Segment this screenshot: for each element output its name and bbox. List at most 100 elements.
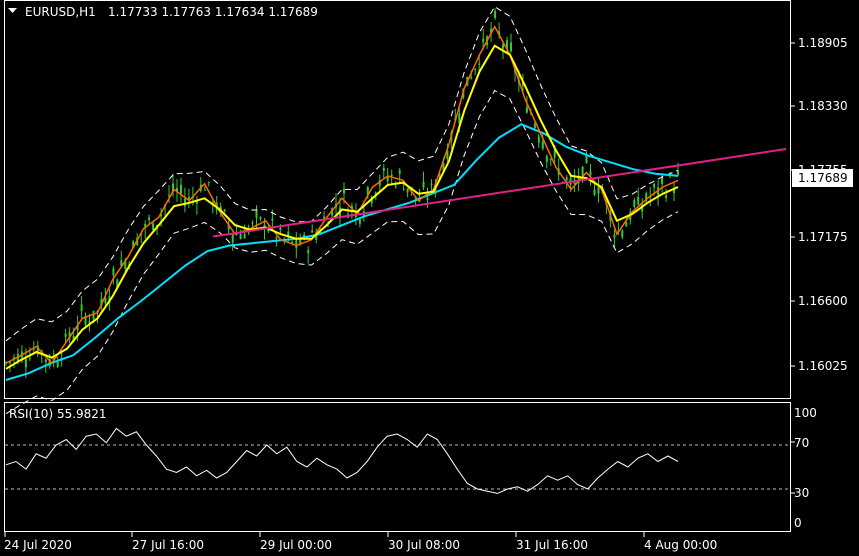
candle-body <box>243 234 246 239</box>
candle-body <box>510 42 512 52</box>
candle-body <box>307 250 310 253</box>
candle-body <box>56 361 59 367</box>
candle-body <box>152 223 155 230</box>
candle-body <box>255 209 258 218</box>
candle-body <box>478 63 481 65</box>
time-tick-label: 27 Jul 16:00 <box>132 538 204 552</box>
rsi-line <box>5 427 679 494</box>
candle-body <box>613 234 616 238</box>
price-panel-frame <box>4 0 791 399</box>
price-axis: 1.18905 1.18330 1.17755 1.17175 1.16600 … <box>790 36 848 373</box>
candle-body <box>358 219 361 224</box>
price-tick-label: 1.16600 <box>798 294 848 308</box>
candle-body <box>597 187 600 194</box>
price-tick-label: 1.16025 <box>798 359 848 373</box>
ohlc-values: 1.17733 1.17763 1.17634 1.17689 <box>108 5 318 19</box>
candle-body <box>470 77 473 79</box>
candle-body <box>251 222 254 224</box>
candle-body <box>633 200 636 207</box>
rsi-level-label: 0 <box>794 516 802 530</box>
lower-band-line <box>5 89 679 415</box>
time-tick-label: 30 Jul 08:00 <box>388 538 460 552</box>
symbol-label: EURUSD,H1 <box>25 5 96 19</box>
rsi-indicator <box>5 427 790 494</box>
candle-body <box>422 182 425 188</box>
candle-body <box>402 189 405 191</box>
candle-body <box>625 222 628 227</box>
fast-ma-line <box>5 25 679 365</box>
candle-body <box>295 240 298 248</box>
candle-body <box>148 217 151 221</box>
candle-body <box>394 186 397 188</box>
candle-body <box>525 107 528 113</box>
collapse-triangle-icon[interactable] <box>8 8 17 13</box>
candle-body <box>545 155 548 162</box>
rsi-level-label: 70 <box>794 436 809 450</box>
candle-body <box>343 188 345 194</box>
candle-body <box>390 174 393 176</box>
candle-body <box>581 167 584 176</box>
time-axis: 24 Jul 2020 27 Jul 16:00 29 Jul 00:00 30… <box>4 532 717 552</box>
rsi-panel-frame <box>4 402 791 532</box>
candle-body <box>187 197 190 200</box>
candle-body <box>44 359 47 363</box>
price-tick-label: 1.18905 <box>798 36 848 50</box>
candle-body <box>231 234 234 243</box>
candle-body <box>637 196 640 205</box>
candle-body <box>458 113 461 123</box>
candle-body <box>541 141 544 149</box>
candle-body <box>430 183 433 185</box>
candle-body <box>502 44 504 49</box>
trendline <box>212 148 787 238</box>
candle-body <box>207 182 210 183</box>
time-tick-label: 29 Jul 00:00 <box>260 538 332 552</box>
price-tick-label: 1.17175 <box>798 230 848 244</box>
candle-body <box>426 197 429 200</box>
candle-body <box>183 198 186 207</box>
candle-body <box>9 362 11 364</box>
price-tick-label: 1.18330 <box>798 99 848 113</box>
candle-body <box>203 189 206 191</box>
rsi-level-label: 30 <box>794 486 809 500</box>
candle-body <box>311 230 314 233</box>
candle-body <box>593 189 596 195</box>
candle-body <box>80 304 83 311</box>
time-tick-label: 4 Aug 00:00 <box>644 538 717 552</box>
candle-body <box>112 268 115 276</box>
candle-body <box>653 184 656 188</box>
rsi-level-label: 100 <box>794 406 817 420</box>
candle-body <box>64 333 67 337</box>
candle-body <box>494 10 497 18</box>
candle-body <box>482 38 485 43</box>
candle-body <box>621 230 624 238</box>
candle-body <box>398 170 401 174</box>
time-tick-label: 31 Jul 16:00 <box>516 538 588 552</box>
candle-body <box>223 209 226 211</box>
upper-band-line <box>5 6 679 342</box>
candle-body <box>180 184 182 194</box>
candle-body <box>327 225 330 227</box>
indicator-lines <box>5 6 787 415</box>
rsi-label: RSI(10) 55.9821 <box>9 407 107 421</box>
candle-body <box>271 218 274 221</box>
candle-body <box>677 170 679 175</box>
current-price-label: 1.17689 <box>798 171 848 185</box>
candle-body <box>533 123 536 129</box>
candle-body <box>565 177 568 181</box>
candle-body <box>279 227 282 230</box>
mid-ma-line <box>5 44 679 370</box>
candle-body <box>537 136 540 143</box>
candle-body <box>259 217 262 219</box>
candle-body <box>275 237 278 239</box>
candle-body <box>28 358 31 359</box>
candle-body <box>665 195 668 198</box>
candle-body <box>474 69 477 71</box>
candle-body <box>239 234 242 240</box>
candle-body <box>24 359 27 368</box>
candle-body <box>382 167 385 171</box>
time-tick-label: 24 Jul 2020 <box>4 538 72 552</box>
chart-canvas: EURUSD,H1 1.17733 1.17763 1.17634 1.1768… <box>4 0 853 552</box>
candlestick-series <box>5 8 679 379</box>
candle-body <box>589 171 592 176</box>
candle-body <box>406 188 409 193</box>
